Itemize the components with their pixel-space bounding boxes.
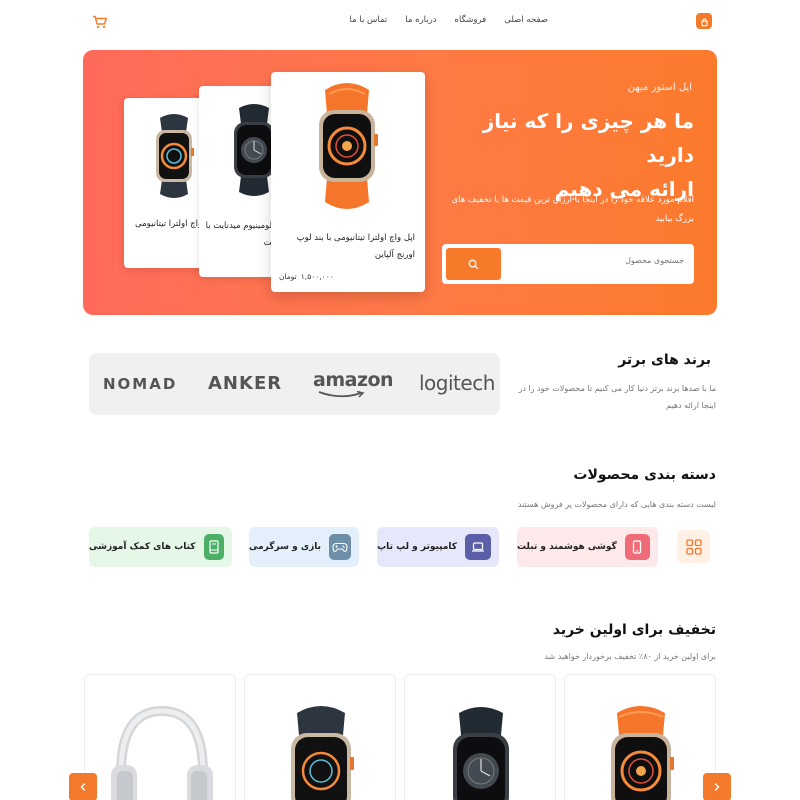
product-card[interactable]	[404, 674, 556, 800]
chevron-right-icon	[714, 783, 720, 791]
amazon-smile-icon	[318, 391, 365, 398]
brand-logo-amazon[interactable]: amazon	[313, 369, 394, 398]
category-books[interactable]: کتاب های کمک آموزشی	[89, 527, 232, 567]
discount-description: برای اولین خرید از ۸۰٪ تخفیف برخوردار خو…	[544, 652, 716, 661]
nav-home[interactable]: صفحه اصلی	[504, 15, 548, 25]
product-image	[611, 706, 674, 800]
category-label: کتاب های کمک آموزشی	[89, 542, 196, 552]
product-image	[144, 112, 204, 200]
categories-description: لیست دسته بندی هایی که دارای محصولات پر …	[517, 500, 716, 509]
all-categories-button[interactable]	[677, 530, 710, 563]
category-label: بازی و سرگرمی	[249, 542, 322, 552]
product-card[interactable]	[564, 674, 716, 800]
book-icon	[203, 534, 224, 560]
brands-strip: logitech amazon ANKER NOMAD	[89, 353, 500, 415]
gamepad-icon	[329, 534, 351, 560]
product-card[interactable]	[244, 674, 396, 800]
search-box	[442, 244, 694, 284]
product-price: ۱,۵۰۰,۰۰۰ تومان	[279, 272, 334, 281]
category-computers[interactable]: کامپیوتر و لپ تاپ	[377, 527, 499, 567]
brand-logo-anker[interactable]: ANKER	[208, 373, 282, 394]
category-phones[interactable]: گوشی هوشمند و تبلت	[517, 527, 658, 567]
brand-logo-nomad[interactable]: NOMAD	[103, 375, 177, 393]
category-games[interactable]: بازی و سرگرمی	[249, 527, 359, 567]
hero-description: اقلام مورد علاقه خود را در اینجا با ارزا…	[451, 195, 694, 224]
product-image	[111, 705, 213, 800]
carousel-prev-button[interactable]	[69, 773, 97, 800]
cart-button[interactable]	[92, 14, 108, 29]
brand-logo-logitech[interactable]: logitech	[419, 371, 495, 395]
search-input[interactable]	[524, 256, 684, 265]
product-image	[301, 80, 393, 212]
discount-title: تخفیف برای اولین خرید	[552, 622, 716, 638]
nav-shop[interactable]: فروشگاه	[455, 15, 487, 25]
cart-icon	[93, 15, 107, 29]
product-name: اپل واچ اولترا تیتانیومی با بند لوپ اورن…	[296, 233, 415, 260]
categories-title: دسته بندی محصولات	[573, 467, 716, 483]
brand-logo-amazon-text: amazon	[313, 369, 394, 391]
hero-product-card[interactable]: اپل واچ اولترا تیتانیومی با بند لوپ اورن…	[271, 72, 425, 292]
hero-subtitle: اپل استور میهن	[627, 82, 692, 93]
store-logo[interactable]	[696, 13, 712, 29]
nav-about[interactable]: درباره ما	[405, 15, 436, 25]
nav-contact[interactable]: تماس با ما	[350, 15, 388, 25]
search-icon	[468, 259, 479, 269]
category-label: کامپیوتر و لپ تاپ	[377, 542, 457, 552]
chevron-left-icon	[80, 783, 86, 791]
main-nav: صفحه اصلی فروشگاه درباره ما تماس با ما	[350, 15, 548, 25]
product-image	[453, 707, 509, 800]
hero-title-line-1: ما هر چیزی را که نیاز دارید	[482, 109, 694, 167]
shopping-bag-icon	[700, 12, 709, 31]
laptop-icon	[465, 534, 491, 560]
carousel-next-button[interactable]	[703, 773, 731, 800]
brands-title: برند های برتر	[618, 352, 711, 368]
product-image	[291, 706, 354, 800]
phone-icon	[624, 534, 650, 560]
price-currency: تومان	[279, 272, 297, 281]
grid-icon	[685, 538, 702, 555]
price-value: ۱,۵۰۰,۰۰۰	[300, 272, 334, 281]
brands-description: ما با صدها برند برتر دنیا کار می کنیم تا…	[518, 384, 716, 410]
search-button[interactable]	[446, 248, 501, 280]
product-card[interactable]	[84, 674, 236, 800]
category-label: گوشی هوشمند و تبلت	[517, 542, 617, 552]
